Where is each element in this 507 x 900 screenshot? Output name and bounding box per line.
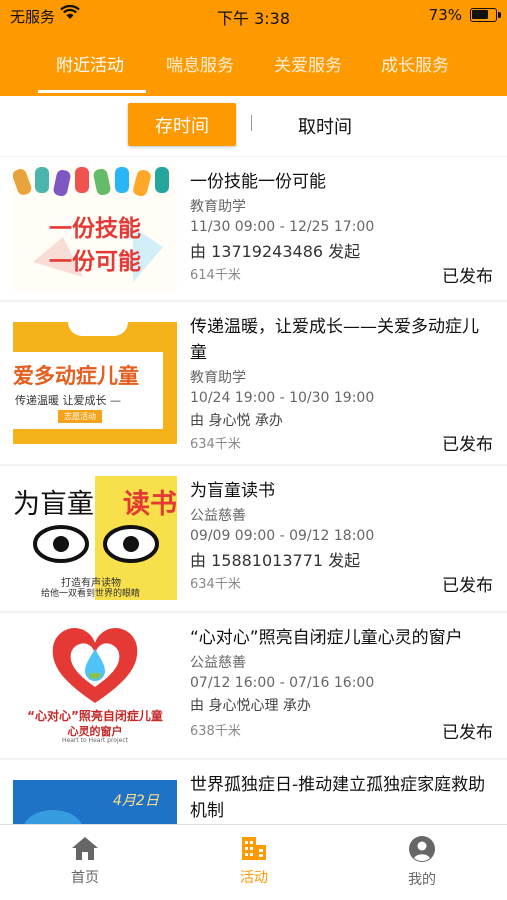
user-icon: [409, 836, 435, 862]
activity-title: 世界孤独症日-推动建立孤独症家庭救助机制: [190, 775, 486, 821]
activity-time: 11/30 09:00 - 12/25 17:00: [190, 219, 375, 235]
activity-list: 一份技能 一份可能 一份技能一份可能 教育助学 11/30 09:00 - 12…: [0, 157, 507, 824]
activity-thumbnail: “心对心”照亮自闭症儿童 心灵的窗户 Heart to Heart projec…: [13, 623, 177, 747]
deposit-time-button[interactable]: 存时间: [128, 103, 236, 146]
thumbnail-text: 4月2日: [113, 793, 159, 809]
divider: [251, 115, 252, 131]
tab-nearby-activities[interactable]: 附近活动: [56, 51, 124, 76]
time-mode-tabs: 存时间 取时间: [0, 96, 507, 156]
activity-organizer: 由 15881013771 发起: [190, 551, 361, 570]
tab-mine[interactable]: 我的: [362, 835, 482, 889]
activity-item[interactable]: 爱多动症儿童 传递温暖 让爱成长 — 志愿活动 传递温暖，让爱成长——关爱多动症…: [0, 302, 507, 464]
activity-organizer: 由 13719243486 发起: [190, 242, 361, 261]
activity-organizer: 由 身心悦心理 承办: [190, 698, 311, 714]
home-icon: [72, 837, 98, 860]
active-tab-indicator: [38, 90, 146, 93]
status-badge: 已发布: [442, 723, 493, 743]
category-tabs: 附近活动 喘息服务 关爱服务 成长服务: [0, 30, 507, 96]
activity-item[interactable]: “心对心”照亮自闭症儿童 心灵的窗户 Heart to Heart projec…: [0, 613, 507, 758]
battery-icon: [470, 8, 501, 22]
thumbnail-text: 一份技能: [49, 216, 141, 242]
activity-category: 教育助学: [190, 370, 246, 386]
tab-activity-label: 活动: [240, 870, 268, 886]
activity-title: 为盲童读书: [190, 481, 275, 501]
activity-thumbnail: 爱多动症儿童 传递温暖 让爱成长 — 志愿活动: [13, 322, 177, 444]
status-bar: 无服务 下午 3:38 73%: [0, 0, 507, 30]
activity-item[interactable]: 为盲童 读书 打造有声读物 给他一双看到世界的眼睛 为盲童读书 公益慈善 09/…: [0, 466, 507, 611]
thumbnail-text: 传递温暖 让爱成长 —: [15, 394, 121, 407]
status-badge: 已发布: [442, 435, 493, 455]
status-badge: 已发布: [442, 576, 493, 596]
activity-time: 10/24 19:00 - 10/30 19:00: [190, 390, 375, 406]
activity-organizer: 由 身心悦 承办: [190, 413, 283, 429]
activity-item[interactable]: 一份技能 一份可能 一份技能一份可能 教育助学 11/30 09:00 - 12…: [0, 157, 507, 300]
activity-distance: 634千米: [190, 437, 241, 452]
thumbnail-text: Heart to Heart project: [62, 737, 128, 744]
activity-thumbnail: 一份技能 一份可能: [13, 167, 177, 291]
thumbnail-text: 给他一双看到世界的眼睛: [41, 589, 141, 599]
activity-distance: 638千米: [190, 724, 241, 739]
activity-category: 公益慈善: [190, 655, 246, 671]
battery-percent: 73%: [428, 6, 462, 24]
tab-growth-service[interactable]: 成长服务: [381, 51, 449, 76]
activity-category: 教育助学: [190, 199, 246, 215]
activity-title: 一份技能一份可能: [190, 172, 326, 192]
withdraw-time-button[interactable]: 取时间: [270, 113, 380, 139]
thumbnail-text: 志愿活动: [58, 410, 102, 423]
activity-category: 公益慈善: [190, 508, 246, 524]
eyes-illustration: [33, 525, 159, 563]
activity-thumbnail: 为盲童 读书 打造有声读物 给他一双看到世界的眼睛: [13, 476, 177, 600]
tab-home-label: 首页: [71, 870, 99, 886]
tab-home[interactable]: 首页: [25, 835, 145, 887]
activity-thumbnail: 4月2日: [13, 780, 177, 824]
status-badge: 已发布: [442, 267, 493, 287]
activity-time: 07/12 16:00 - 07/16 16:00: [190, 675, 375, 691]
tab-care-service[interactable]: 关爱服务: [274, 51, 342, 76]
activity-time: 09/09 09:00 - 09/12 18:00: [190, 528, 375, 544]
tab-respite-service[interactable]: 喘息服务: [166, 51, 234, 76]
activity-distance: 634千米: [190, 577, 241, 592]
activity-distance: 614千米: [190, 268, 241, 283]
activity-item[interactable]: 4月2日 世界孤独症日-推动建立孤独症家庭救助机制: [0, 760, 507, 824]
heart-logo: [52, 627, 138, 703]
bottom-tab-bar: 首页 活动 我的: [0, 824, 507, 900]
tab-activity[interactable]: 活动: [194, 835, 314, 887]
tab-mine-label: 我的: [408, 872, 436, 888]
thumbnail-text: 爱多动症儿童: [13, 364, 139, 388]
thumbnail-text: 一份可能: [49, 249, 141, 275]
thumbnail-text: “心对心”照亮自闭症儿童: [27, 709, 163, 723]
activity-title: 传递温暖，让爱成长——关爱多动症儿童: [190, 317, 479, 363]
activity-title: “心对心”照亮自闭症儿童心灵的窗户: [190, 628, 463, 648]
building-icon: [242, 837, 266, 860]
